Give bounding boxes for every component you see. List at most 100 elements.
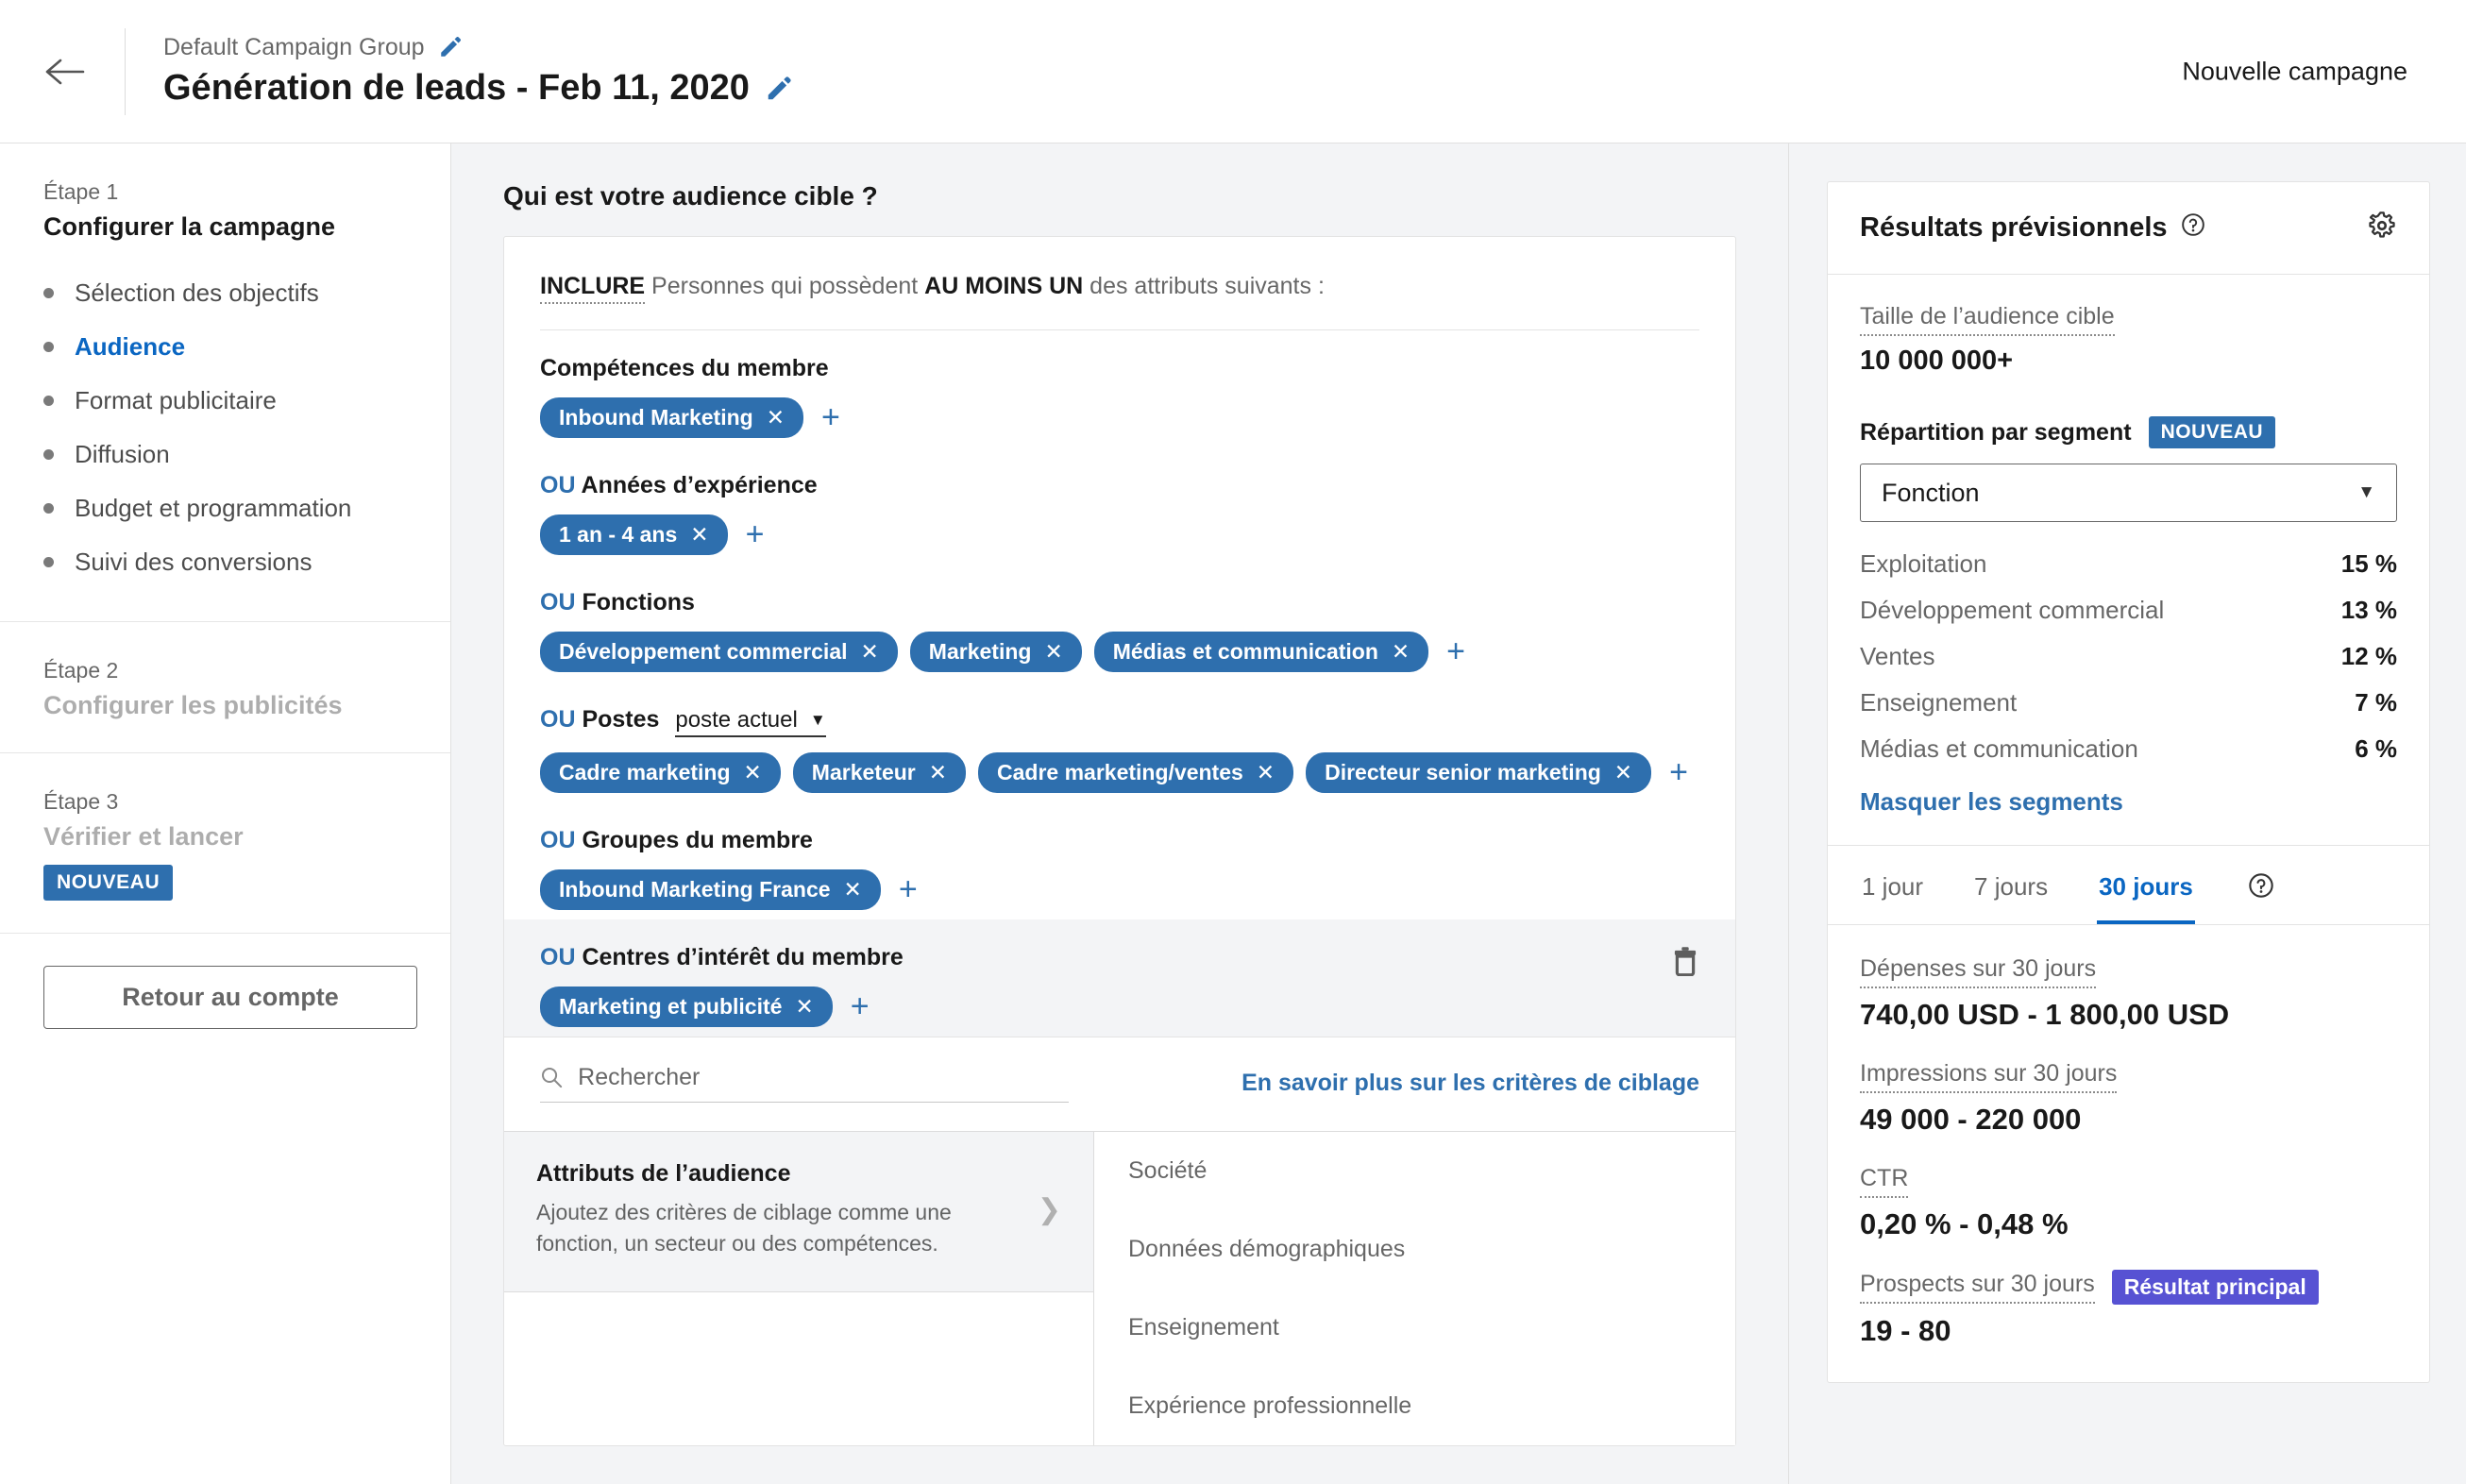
- add-criterion-button[interactable]: +: [893, 873, 923, 905]
- close-icon[interactable]: ✕: [1257, 761, 1275, 784]
- close-icon[interactable]: ✕: [929, 761, 947, 784]
- step-2-label: Étape 2: [43, 658, 119, 683]
- facet-name: Postes: [582, 705, 660, 733]
- chip-label: Cadre marketing/ventes: [997, 759, 1243, 784]
- chip[interactable]: Marketeur ✕: [792, 751, 967, 793]
- metric-label-row: Prospects sur 30 jours Résultat principa…: [1860, 1270, 2397, 1305]
- search-field[interactable]: [540, 1063, 1069, 1103]
- audience-size-label[interactable]: Taille de l’audience cible: [1860, 303, 2115, 336]
- facet-or: OU: [540, 705, 576, 733]
- segment-row: Exploitation 15 %: [1860, 541, 2397, 587]
- add-criterion-button[interactable]: +: [1441, 635, 1471, 667]
- campaign-group-row: Default Campaign Group: [163, 33, 793, 61]
- learn-more-link[interactable]: En savoir plus sur les critères de cibla…: [1241, 1070, 1699, 1097]
- segment-select[interactable]: Fonction ▼: [1860, 464, 2397, 522]
- facet-label: OU Fonctions: [540, 589, 1699, 616]
- hide-segments-link[interactable]: Masquer les segments: [1860, 787, 2123, 817]
- facet-name: Groupes du membre: [582, 826, 813, 853]
- audience-attributes-item[interactable]: Attributs de l’audience Ajoutez des crit…: [504, 1131, 1093, 1293]
- chip[interactable]: Cadre marketing/ventes ✕: [978, 751, 1294, 793]
- chip[interactable]: Marketing ✕: [909, 631, 1082, 672]
- sidebar-step-3[interactable]: Étape 3 Vérifier et lancer NOUVEAU: [0, 752, 450, 933]
- facet-or: OU: [540, 588, 576, 616]
- chip-label: Marketing: [928, 638, 1032, 664]
- search-input[interactable]: [578, 1063, 1069, 1091]
- chip-label: Médias et communication: [1112, 638, 1378, 664]
- list-item[interactable]: Données démographiques: [1128, 1210, 1735, 1289]
- close-icon[interactable]: ✕: [1044, 640, 1062, 663]
- close-icon[interactable]: ✕: [690, 523, 708, 546]
- list-item[interactable]: Société: [1128, 1132, 1735, 1210]
- forecast-help-button[interactable]: [2181, 212, 2205, 245]
- metric-label[interactable]: Prospects sur 30 jours: [1860, 1271, 2095, 1304]
- chip[interactable]: Directeur senior marketing ✕: [1306, 751, 1652, 793]
- sidebar-item-format-publicitaire[interactable]: Format publicitaire: [43, 374, 413, 428]
- close-icon[interactable]: ✕: [744, 761, 762, 784]
- segment-row: Enseignement 7 %: [1860, 680, 2397, 726]
- close-icon[interactable]: ✕: [1614, 761, 1632, 784]
- sidebar-item-audience[interactable]: Audience: [43, 320, 413, 374]
- back-button[interactable]: [38, 45, 91, 98]
- metric-ctr: CTR 0,20 % - 0,48 %: [1860, 1165, 2397, 1241]
- chip-label: Développement commercial: [559, 638, 848, 664]
- chip[interactable]: Médias et communication ✕: [1093, 631, 1429, 672]
- facet-label: OU Postes poste actuel ▼: [540, 706, 1699, 737]
- segment-row: Ventes 12 %: [1860, 633, 2397, 680]
- add-criterion-button[interactable]: +: [845, 990, 875, 1022]
- close-icon[interactable]: ✕: [1392, 640, 1410, 663]
- poste-type-select[interactable]: poste actuel ▼: [675, 707, 826, 737]
- targeting-card: INCLURE Personnes qui possèdent AU MOINS…: [503, 236, 1736, 1446]
- metric-label-row: Impressions sur 30 jours: [1860, 1060, 2397, 1093]
- sidebar-item-diffusion[interactable]: Diffusion: [43, 428, 413, 481]
- sidebar-nav: Sélection des objectifs Audience Format …: [43, 266, 413, 589]
- metric-label[interactable]: CTR: [1860, 1165, 1909, 1198]
- add-criterion-button[interactable]: +: [1664, 756, 1694, 788]
- sidebar-item-budget[interactable]: Budget et programmation: [43, 481, 413, 535]
- campaign-title-block: Default Campaign Group Génération de lea…: [163, 33, 793, 110]
- list-item[interactable]: Expérience professionnelle: [1128, 1367, 1735, 1445]
- tab-1-jour[interactable]: 1 jour: [1860, 846, 1925, 924]
- arrow-left-icon: [45, 59, 85, 84]
- new-campaign-link[interactable]: Nouvelle campagne: [2182, 57, 2407, 86]
- edit-campaign-group-icon[interactable]: [438, 35, 463, 59]
- sidebar-item-objectifs[interactable]: Sélection des objectifs: [43, 266, 413, 320]
- search-row: En savoir plus sur les critères de cibla…: [504, 1036, 1735, 1131]
- list-item[interactable]: Enseignement: [1128, 1289, 1735, 1367]
- tabs-help-button[interactable]: [2248, 872, 2274, 899]
- trash-icon: [1674, 946, 1697, 976]
- add-criterion-button[interactable]: +: [740, 518, 770, 550]
- include-keyword[interactable]: INCLURE: [540, 273, 646, 304]
- chip[interactable]: Inbound Marketing ✕: [540, 396, 803, 438]
- facet-name: Années d’expérience: [581, 471, 818, 498]
- forecast-settings-button[interactable]: [2367, 211, 2397, 245]
- chip[interactable]: Marketing et publicité ✕: [540, 986, 833, 1027]
- sidebar-step-2[interactable]: Étape 2 Configurer les publicités: [0, 621, 450, 752]
- edit-campaign-name-icon[interactable]: [765, 75, 793, 103]
- chip-label: Marketeur: [811, 759, 916, 784]
- close-icon[interactable]: ✕: [795, 995, 813, 1018]
- close-icon[interactable]: ✕: [767, 406, 785, 429]
- campaign-name-row: Génération de leads - Feb 11, 2020: [163, 67, 793, 110]
- sidebar-footer-divider: [0, 933, 450, 934]
- chip[interactable]: Inbound Marketing France ✕: [540, 868, 881, 910]
- delete-facet-button[interactable]: [1671, 946, 1699, 981]
- bullet-icon: [43, 449, 54, 460]
- step-3-title: Vérifier et lancer: [43, 822, 244, 851]
- sidebar-item-conversions[interactable]: Suivi des conversions: [43, 535, 413, 589]
- close-icon[interactable]: ✕: [844, 878, 862, 901]
- metric-label[interactable]: Dépenses sur 30 jours: [1860, 955, 2097, 988]
- return-to-account-button[interactable]: Retour au compte: [43, 966, 417, 1029]
- tab-30-jours[interactable]: 30 jours: [2097, 846, 2195, 924]
- browse-right-column: Société Données démographiques Enseignem…: [1094, 1131, 1735, 1445]
- chip[interactable]: Cadre marketing ✕: [540, 751, 781, 793]
- audience-attributes-title: Attributs de l’audience: [536, 1159, 791, 1187]
- metric-value: 0,20 % - 0,48 %: [1860, 1207, 2069, 1240]
- add-criterion-button[interactable]: +: [816, 401, 846, 433]
- metric-label[interactable]: Impressions sur 30 jours: [1860, 1060, 2118, 1093]
- close-icon[interactable]: ✕: [861, 640, 879, 663]
- metric-value: 49 000 - 220 000: [1860, 1103, 2082, 1136]
- sidebar-step-1: Étape 1 Configurer la campagne Sélection…: [0, 143, 450, 621]
- tab-7-jours[interactable]: 7 jours: [1972, 846, 2050, 924]
- chip[interactable]: Développement commercial ✕: [540, 631, 898, 672]
- chip[interactable]: 1 an - 4 ans ✕: [540, 514, 728, 555]
